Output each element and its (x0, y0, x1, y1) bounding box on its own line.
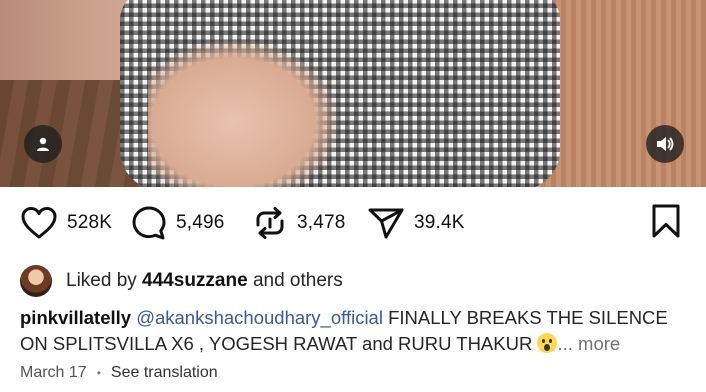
action-bar: 528K 5,496 3,478 39.4K (0, 200, 706, 246)
video-wall (536, 0, 706, 187)
avatar[interactable] (20, 265, 52, 297)
share-button[interactable]: 39.4K (367, 200, 465, 246)
meta-separator: • (96, 366, 101, 380)
caption-more-link[interactable]: ... more (557, 333, 620, 354)
save-button[interactable] (650, 203, 682, 244)
like-count: 528K (67, 212, 113, 233)
liked-by-prefix: Liked by (66, 270, 143, 291)
mute-toggle-button[interactable] (646, 125, 684, 163)
video-hand (148, 40, 338, 187)
person-icon (37, 137, 49, 151)
post-meta: March 17 • See translation (20, 364, 218, 382)
send-icon (368, 208, 404, 239)
comment-bubble-icon (132, 206, 166, 240)
face-screaming-emoji-icon (537, 333, 558, 353)
liked-by-row[interactable]: Liked by 444suzzane and others (20, 264, 343, 298)
post-video[interactable] (0, 0, 706, 187)
caption-username[interactable]: pinkvillatelly (20, 307, 131, 328)
tagged-users-button[interactable] (24, 125, 62, 163)
post-date: March 17 (20, 364, 87, 381)
speaker-icon (657, 137, 674, 151)
share-count: 39.4K (414, 212, 465, 233)
liked-by-text: Liked by 444suzzane and others (66, 270, 343, 292)
repost-button[interactable]: 3,478 (252, 200, 346, 246)
liked-by-suffix[interactable]: and others (248, 270, 343, 291)
repost-icon (256, 207, 284, 239)
liked-by-user[interactable]: 444suzzane (142, 270, 248, 291)
comment-count: 5,496 (176, 212, 225, 233)
heart-icon (21, 207, 57, 239)
like-button[interactable]: 528K (20, 200, 112, 246)
comment-button[interactable]: 5,496 (131, 200, 225, 246)
post-caption: pinkvillatelly @akankshachoudhary_offici… (20, 305, 690, 357)
see-translation-link[interactable]: See translation (111, 364, 218, 382)
bookmark-icon (652, 204, 680, 238)
caption-mention[interactable]: @akankshachoudhary_official (136, 307, 383, 328)
repost-count: 3,478 (297, 212, 346, 233)
